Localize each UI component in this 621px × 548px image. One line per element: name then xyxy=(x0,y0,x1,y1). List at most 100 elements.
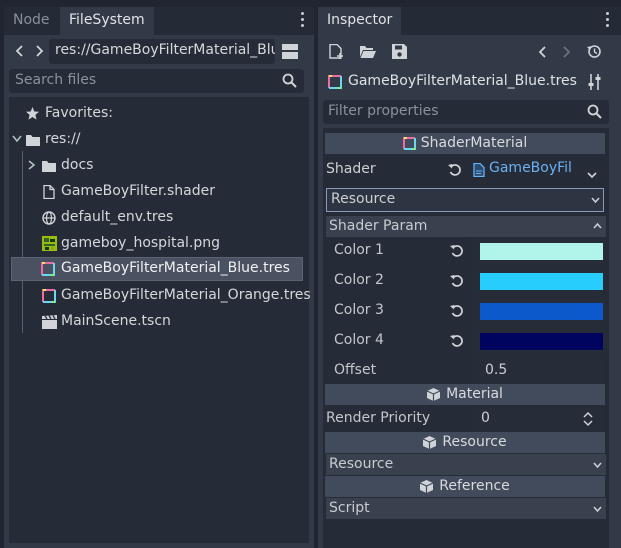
offset-value: 0.5 xyxy=(485,362,508,378)
path-value: res://GameBoyFilterMaterial_Blu xyxy=(55,42,275,58)
cube-icon xyxy=(427,387,441,401)
revert-icon[interactable] xyxy=(450,274,464,288)
tree-item-shader[interactable]: GameBoyFilter.shader xyxy=(9,180,305,204)
render-priority-value: 0 xyxy=(481,410,490,426)
folder-icon xyxy=(42,160,56,172)
chevron-down-icon[interactable] xyxy=(12,135,22,143)
root-folder-row[interactable]: res:// xyxy=(9,128,305,152)
revert-icon[interactable] xyxy=(448,163,462,177)
filter-properties-input[interactable]: Filter properties xyxy=(323,100,609,124)
inspector-dock: Inspector GameBoyFilterMaterial_Blue.tre… xyxy=(318,7,621,548)
image-icon xyxy=(42,236,57,251)
resource-section-header[interactable]: Resource xyxy=(325,432,605,453)
material-section-header[interactable]: Material xyxy=(325,384,605,405)
filesystem-dock: Node FileSystem res://GameBoyFilterMater… xyxy=(4,7,314,548)
history-icon[interactable] xyxy=(587,44,602,59)
favorites-label: Favorites: xyxy=(45,105,113,121)
tree-item-default-env[interactable]: default_env.tres xyxy=(9,206,305,230)
section-title: Script xyxy=(329,500,370,516)
tree-item-blue-material[interactable]: GameBoyFilterMaterial_Blue.tres xyxy=(11,257,303,281)
split-view-icon[interactable] xyxy=(282,44,298,59)
shader-param-section-header[interactable]: Shader Param xyxy=(326,216,606,237)
material-icon xyxy=(41,262,55,276)
tree-item-main-scene[interactable]: MainScene.tscn xyxy=(9,310,305,334)
color-4-label: Color 4 xyxy=(334,332,384,348)
forward-arrow-icon[interactable] xyxy=(33,43,45,59)
shader-file-icon xyxy=(473,163,485,177)
root-label: res:// xyxy=(45,131,81,147)
cube-icon xyxy=(420,479,434,493)
tree-item-label: gameboy_hospital.png xyxy=(61,235,221,251)
left-tabbar: Node FileSystem xyxy=(4,7,314,35)
color-3-swatch[interactable] xyxy=(480,303,603,320)
color-1-swatch[interactable] xyxy=(480,243,603,260)
section-title: Resource xyxy=(329,456,394,472)
resource-dropdown-value: Resource xyxy=(331,191,396,207)
spinner-arrows-icon[interactable] xyxy=(583,411,593,427)
revert-icon[interactable] xyxy=(450,334,464,348)
tree-item-label: GameBoyFilterMaterial_Orange.tres xyxy=(61,287,311,303)
tree-item-png[interactable]: gameboy_hospital.png xyxy=(9,232,305,256)
path-field[interactable]: res://GameBoyFilterMaterial_Blu xyxy=(49,39,275,64)
section-title: Material xyxy=(446,386,503,402)
right-tabbar: Inspector xyxy=(318,7,621,35)
star-icon xyxy=(26,107,39,120)
offset-input[interactable]: 0.5 xyxy=(470,358,604,384)
color-1-label: Color 1 xyxy=(334,242,384,258)
chevron-down-icon[interactable] xyxy=(587,172,597,179)
scene-icon xyxy=(42,315,57,329)
folder-icon xyxy=(26,134,40,146)
history-back-icon[interactable] xyxy=(538,44,548,60)
shadermaterial-section-header[interactable]: ShaderMaterial xyxy=(325,133,605,154)
search-placeholder: Search files xyxy=(15,72,97,88)
tab-inspector[interactable]: Inspector xyxy=(318,7,402,35)
chevron-down-icon xyxy=(593,506,602,512)
material-icon xyxy=(328,75,342,89)
color-2-swatch[interactable] xyxy=(480,273,603,290)
color-3-label: Color 3 xyxy=(334,302,384,318)
file-tree: Favorites: res:// docs GameBoyFilter.sha… xyxy=(9,97,311,543)
color-2-label: Color 2 xyxy=(334,272,384,288)
shader-value[interactable]: GameBoyFil xyxy=(489,160,572,176)
resource-dropdown[interactable]: Resource xyxy=(326,188,604,212)
history-forward-icon[interactable] xyxy=(561,44,571,60)
cube-icon xyxy=(423,435,437,449)
render-priority-label: Render Priority xyxy=(326,410,431,426)
revert-icon[interactable] xyxy=(450,304,464,318)
object-properties-icon[interactable] xyxy=(588,74,602,90)
filter-placeholder: Filter properties xyxy=(328,103,439,119)
color-4-swatch[interactable] xyxy=(480,333,603,350)
back-arrow-icon[interactable] xyxy=(14,43,26,59)
chevron-down-icon xyxy=(593,462,602,468)
search-files-input[interactable]: Search files xyxy=(9,69,304,93)
tree-item-label: MainScene.tscn xyxy=(61,313,171,329)
tree-item-label: docs xyxy=(61,157,94,173)
material-icon xyxy=(42,289,56,303)
tab-node[interactable]: Node xyxy=(4,7,59,35)
reference-section-header[interactable]: Reference xyxy=(325,476,605,497)
search-icon xyxy=(587,104,603,120)
section-title: ShaderMaterial xyxy=(420,135,528,151)
open-folder-icon[interactable] xyxy=(360,45,376,58)
left-dock-menu-icon[interactable] xyxy=(297,12,307,30)
chevron-right-icon[interactable] xyxy=(28,160,36,170)
search-icon xyxy=(282,73,298,89)
tree-item-orange-material[interactable]: GameBoyFilterMaterial_Orange.tres xyxy=(9,284,311,308)
revert-icon[interactable] xyxy=(450,244,464,258)
chevron-down-icon xyxy=(591,197,600,203)
tree-item-label: GameBoyFilter.shader xyxy=(61,183,215,199)
favorites-row[interactable]: Favorites: xyxy=(9,102,305,126)
resource-subsection-header[interactable]: Resource xyxy=(326,454,606,475)
property-list: ShaderMaterial Shader GameBoyFil Resourc… xyxy=(323,128,609,548)
resource-name: GameBoyFilterMaterial_Blue.tres xyxy=(348,73,577,89)
save-icon[interactable] xyxy=(392,44,407,59)
tab-filesystem[interactable]: FileSystem xyxy=(60,7,154,35)
new-resource-icon[interactable] xyxy=(329,44,344,59)
render-priority-spinbox[interactable]: 0 xyxy=(470,407,604,431)
tree-item-docs[interactable]: docs xyxy=(9,154,305,178)
material-icon xyxy=(402,136,416,150)
section-title: Resource xyxy=(442,434,507,450)
script-subsection-header[interactable]: Script xyxy=(326,498,606,519)
tree-item-label: default_env.tres xyxy=(61,209,174,225)
right-dock-menu-icon[interactable] xyxy=(602,12,612,30)
